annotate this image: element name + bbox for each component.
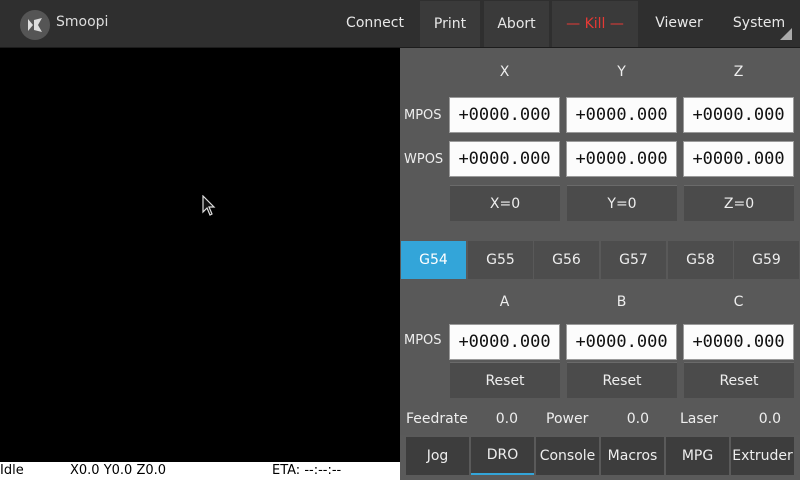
mpos-y-field[interactable]: +0000.000 (566, 97, 677, 133)
laser-value: 0.0 (758, 411, 781, 427)
mpos-z-field[interactable]: +0000.000 (683, 97, 794, 133)
wcs-g58-button[interactable]: G58 (668, 241, 733, 279)
position-readout: X0.0 Y0.0 Z0.0 (70, 463, 167, 478)
mpos-b-field[interactable]: +0000.000 (566, 324, 677, 360)
mpos-label: MPOS (404, 108, 442, 123)
print-button[interactable]: Print (420, 1, 480, 47)
reset-b-button[interactable]: Reset (567, 362, 677, 398)
kill-button[interactable]: — Kill — (552, 1, 638, 47)
mpos-c-field[interactable]: +0000.000 (683, 324, 794, 360)
kivy-logo-icon (20, 10, 50, 40)
tab-macros[interactable]: Macros (601, 437, 664, 475)
zero-y-button[interactable]: Y=0 (567, 185, 677, 221)
axis-label-a: A (499, 294, 510, 310)
zero-z-button[interactable]: Z=0 (684, 185, 794, 221)
panel-tabs: Jog DRO Console Macros MPG Extruder (400, 435, 800, 480)
viewer-button[interactable]: Viewer (642, 0, 716, 46)
abort-button[interactable]: Abort (484, 1, 549, 47)
axis-label-y: Y (617, 64, 626, 80)
wcs-g56-button[interactable]: G56 (534, 241, 599, 279)
dro-panel: X Y Z MPOS +0000.000 +0000.000 +0000.000… (400, 48, 800, 480)
wcs-g57-button[interactable]: G57 (601, 241, 666, 279)
viewer-canvas[interactable] (0, 48, 400, 462)
feedrate-label: Feedrate (406, 411, 468, 427)
axis-label-b: B (616, 294, 627, 310)
tab-jog[interactable]: Jog (406, 437, 469, 475)
mpos-x-field[interactable]: +0000.000 (449, 97, 560, 133)
mpos-a-field[interactable]: +0000.000 (449, 324, 560, 360)
eta-readout: ETA: --:--:-- (272, 463, 342, 478)
wpos-y-field[interactable]: +0000.000 (566, 141, 677, 177)
mouse-cursor-icon (202, 195, 216, 216)
tab-console[interactable]: Console (536, 437, 599, 475)
tab-dro[interactable]: DRO (471, 437, 534, 475)
app-title: Smoopi (56, 14, 109, 30)
dropdown-corner-icon (780, 28, 792, 40)
wcs-g59-button[interactable]: G59 (734, 241, 799, 279)
reset-c-button[interactable]: Reset (684, 362, 794, 398)
mpos-abc-label: MPOS (404, 333, 442, 348)
wpos-z-field[interactable]: +0000.000 (683, 141, 794, 177)
connect-button[interactable]: Connect (335, 0, 415, 46)
axis-label-z: Z (733, 64, 744, 80)
machine-state: Idle (0, 463, 24, 478)
top-action-bar: Smoopi Connect Print Abort — Kill — View… (0, 0, 800, 48)
feedrate-value: 0.0 (495, 411, 518, 427)
wpos-x-field[interactable]: +0000.000 (449, 141, 560, 177)
status-bar: Idle X0.0 Y0.0 Z0.0 ETA: --:--:-- (0, 462, 400, 480)
wcs-g55-button[interactable]: G55 (468, 241, 533, 279)
axis-label-x: X (499, 64, 510, 80)
wpos-label: WPOS (404, 152, 444, 167)
zero-x-button[interactable]: X=0 (450, 185, 560, 221)
tab-extruder[interactable]: Extruder (731, 437, 794, 475)
tab-mpg[interactable]: MPG (666, 437, 729, 475)
power-value: 0.0 (626, 411, 649, 427)
power-label: Power (546, 411, 589, 427)
laser-label: Laser (680, 411, 719, 427)
axis-label-c: C (733, 294, 744, 310)
wcs-g54-button[interactable]: G54 (401, 241, 466, 279)
reset-a-button[interactable]: Reset (450, 362, 560, 398)
